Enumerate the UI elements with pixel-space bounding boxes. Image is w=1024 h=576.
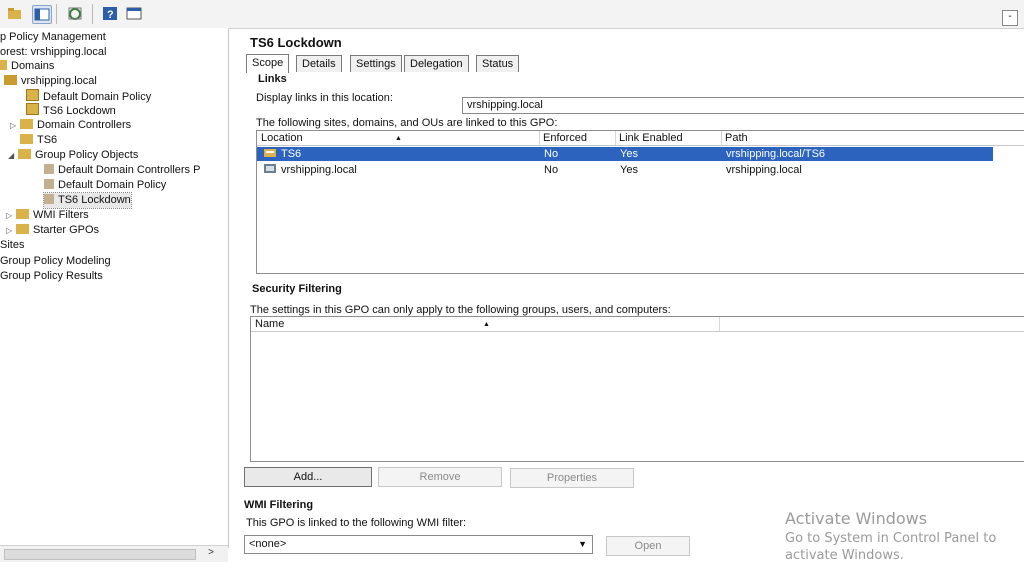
scroll-right-icon[interactable]: > bbox=[208, 547, 214, 558]
ou-icon bbox=[20, 119, 33, 129]
properties-icon[interactable] bbox=[125, 5, 143, 22]
links-description: The following sites, domains, and OUs ar… bbox=[256, 117, 558, 129]
gpo-title: TS6 Lockdown bbox=[250, 35, 342, 50]
links-heading: Links bbox=[258, 73, 287, 85]
add-button[interactable]: Add... bbox=[244, 467, 372, 487]
open-button[interactable]: Open bbox=[606, 536, 690, 556]
security-filtering-description: The settings in this GPO can only apply … bbox=[250, 304, 671, 316]
domain-icon bbox=[263, 163, 277, 178]
security-list-header: Name ▲ bbox=[251, 317, 1024, 332]
gpo-link-icon bbox=[26, 89, 39, 101]
tab-details[interactable]: Details bbox=[296, 55, 342, 72]
tree-item-gpm[interactable]: p Policy Management bbox=[0, 30, 106, 45]
tree-item-default-domain-policy[interactable]: Default Domain Policy bbox=[44, 178, 166, 193]
gpo-icon bbox=[44, 179, 54, 189]
tab-settings[interactable]: Settings bbox=[350, 55, 402, 72]
help-icon[interactable]: ? bbox=[101, 5, 119, 22]
sort-ascending-icon: ▲ bbox=[483, 321, 490, 328]
ou-icon bbox=[263, 147, 277, 162]
chevron-down-icon: ▼ bbox=[578, 539, 587, 549]
security-filtering-heading: Security Filtering bbox=[252, 283, 342, 295]
tree-item-group-policy-objects[interactable]: ◢ Group Policy Objects bbox=[8, 148, 138, 163]
folder-icon bbox=[16, 209, 29, 219]
table-row[interactable]: TS6 No Yes vrshipping.local/TS6 bbox=[257, 147, 993, 161]
folder-icon bbox=[18, 149, 31, 159]
tree-item-forest[interactable]: orest: vrshipping.local bbox=[0, 45, 106, 60]
tree-item-wmi-filters[interactable]: ▷ WMI Filters bbox=[6, 208, 89, 223]
wmi-filtering-heading: WMI Filtering bbox=[244, 499, 314, 511]
tree-item-default-domain-policy-link[interactable]: Default Domain Policy bbox=[26, 89, 151, 104]
expand-arrow-icon[interactable]: ▷ bbox=[6, 208, 16, 223]
activate-windows-subtitle: Go to System in Control Panel to activat… bbox=[785, 531, 997, 563]
links-table-header: Location ▲ Enforced Link Enabled Path bbox=[257, 131, 1024, 146]
gpo-detail-pane: TS6 Lockdown Scope Details Settings Dele… bbox=[236, 30, 1024, 576]
tree-horizontal-scrollbar[interactable]: > bbox=[0, 545, 228, 562]
wmi-filtering-description: This GPO is linked to the following WMI … bbox=[246, 517, 467, 529]
tree-item-default-domain-controllers-policy[interactable]: Default Domain Controllers P bbox=[44, 163, 200, 178]
show-hide-tree-icon[interactable] bbox=[32, 5, 52, 24]
refresh-icon[interactable] bbox=[66, 5, 84, 22]
back-arrow-icon[interactable] bbox=[6, 5, 24, 22]
tree-item-domains[interactable]: Domains bbox=[0, 59, 54, 74]
activate-windows-title: Activate Windows bbox=[785, 509, 928, 528]
properties-button[interactable]: Properties bbox=[510, 468, 634, 488]
tab-scope[interactable]: Scope bbox=[246, 54, 290, 73]
gpo-icon bbox=[44, 164, 54, 174]
column-name[interactable]: Name ▲ bbox=[251, 317, 720, 331]
tree-item-ts6-lockdown[interactable]: TS6 Lockdown bbox=[43, 192, 132, 209]
column-link-enabled[interactable]: Link Enabled bbox=[615, 131, 722, 145]
gpo-link-icon bbox=[26, 103, 39, 115]
tree-item-sites[interactable]: Sites bbox=[0, 238, 24, 253]
links-table: Location ▲ Enforced Link Enabled Path TS… bbox=[256, 130, 1024, 274]
folder-icon bbox=[16, 224, 29, 234]
display-links-label: Display links in this location: bbox=[256, 92, 393, 104]
toolbar: ? - bbox=[0, 0, 1024, 29]
expand-arrow-icon[interactable]: ▷ bbox=[6, 223, 16, 238]
remove-button[interactable]: Remove bbox=[378, 467, 502, 487]
tab-delegation[interactable]: Delegation bbox=[404, 55, 469, 72]
tree-item-ts6-lockdown-link[interactable]: TS6 Lockdown bbox=[26, 103, 116, 118]
collapse-arrow-icon[interactable]: ◢ bbox=[8, 148, 18, 163]
expand-arrow-icon[interactable]: ▷ bbox=[10, 118, 20, 133]
column-enforced[interactable]: Enforced bbox=[539, 131, 616, 145]
tab-status[interactable]: Status bbox=[476, 55, 520, 72]
gpo-icon bbox=[44, 194, 54, 204]
security-filtering-list: Name ▲ bbox=[250, 316, 1024, 462]
minimize-button[interactable]: - bbox=[1002, 10, 1018, 26]
wmi-filter-select[interactable]: <none> ▼ bbox=[244, 535, 593, 554]
column-location[interactable]: Location ▲ bbox=[257, 131, 540, 145]
svg-text:?: ? bbox=[107, 9, 114, 21]
domains-folder-icon bbox=[0, 60, 7, 70]
domain-icon bbox=[4, 75, 17, 85]
column-path[interactable]: Path bbox=[721, 131, 1024, 145]
tree-item-domain[interactable]: vrshipping.local bbox=[4, 74, 97, 89]
console-tree: p Policy Management orest: vrshipping.lo… bbox=[0, 28, 229, 548]
tree-item-gp-modeling[interactable]: Group Policy Modeling bbox=[0, 254, 111, 269]
tree-item-ts6[interactable]: TS6 bbox=[20, 133, 57, 148]
tree-item-gp-results[interactable]: Group Policy Results bbox=[0, 269, 103, 284]
tree-item-starter-gpos[interactable]: ▷ Starter GPOs bbox=[6, 223, 99, 238]
scrollbar-thumb[interactable] bbox=[4, 549, 196, 560]
ou-icon bbox=[20, 134, 33, 144]
table-row[interactable]: vrshipping.local No Yes vrshipping.local bbox=[257, 163, 993, 177]
sort-ascending-icon: ▲ bbox=[395, 135, 402, 142]
display-links-location-field[interactable]: vrshipping.local bbox=[462, 97, 1024, 114]
tree-item-domain-controllers[interactable]: ▷ Domain Controllers bbox=[10, 118, 131, 133]
